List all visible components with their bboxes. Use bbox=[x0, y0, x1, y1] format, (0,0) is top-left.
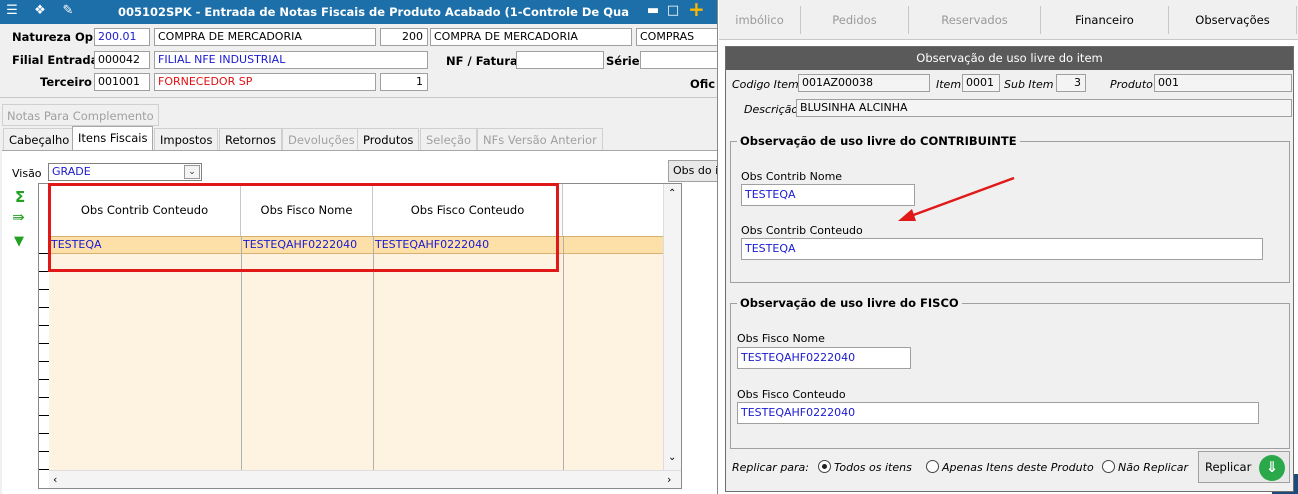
codigo-item-field: 001AZ00038 bbox=[798, 74, 930, 92]
fisco-group: Observação de uso livre do FISCO Obs Fis… bbox=[730, 296, 1290, 449]
notas-complemento-tab[interactable]: Notas Para Complemento bbox=[2, 104, 159, 126]
tab-simbolico[interactable]: imbólico bbox=[719, 6, 801, 34]
natureza-num-field: 200 bbox=[380, 28, 428, 46]
descricao-label: Descrição bbox=[744, 103, 799, 116]
ofic-label: Ofic bbox=[690, 77, 716, 91]
highlight-box bbox=[48, 183, 559, 272]
tab-pedidos[interactable]: Pedidos bbox=[801, 6, 909, 34]
tab-financeiro[interactable]: Financeiro bbox=[1041, 6, 1169, 34]
terceiro-num-field: 1 bbox=[380, 73, 428, 91]
plus-icon[interactable]: + bbox=[688, 0, 705, 19]
tab-observacoes[interactable]: Observações bbox=[1169, 6, 1297, 34]
chevron-down-icon[interactable]: ⌄ bbox=[184, 165, 200, 179]
obs-fisco-nome-label: Obs Fisco Nome bbox=[737, 332, 825, 345]
item-label: Item bbox=[936, 78, 962, 91]
obs-contrib-conteudo-label: Obs Contrib Conteudo bbox=[741, 224, 863, 237]
serie-field[interactable] bbox=[640, 51, 717, 69]
filial-desc-field: FILIAL NFE INDUSTRIAL bbox=[154, 51, 428, 69]
replicar-button-label: Replicar bbox=[1205, 460, 1252, 474]
natureza-desc2-field: COMPRA DE MERCADORIA bbox=[430, 28, 632, 46]
right-tabs-bar: imbólico Pedidos Reservados Financeiro O… bbox=[719, 0, 1298, 40]
tab-cabecalho[interactable]: Cabeçalho bbox=[3, 128, 76, 150]
option-apenas-itens-produto[interactable]: Apenas Itens deste Produto bbox=[942, 461, 1094, 474]
maximize-icon[interactable]: □ bbox=[665, 3, 681, 19]
tab-devolucoes[interactable]: Devoluções bbox=[282, 128, 361, 150]
obs-item-button[interactable]: Obs do i bbox=[668, 160, 717, 182]
natureza-label: Natureza Op. bbox=[12, 30, 98, 44]
sub-item-label: Sub Item bbox=[1004, 78, 1054, 91]
minimize-icon[interactable]: ▬ bbox=[645, 3, 661, 19]
export-icon[interactable]: ⇛ bbox=[12, 208, 25, 226]
contrib-group-label: Observação de uso livre do CONTRIBUINTE bbox=[737, 134, 1020, 148]
sum-icon[interactable]: Σ bbox=[15, 188, 25, 206]
tree-icon[interactable]: ❖ bbox=[32, 3, 48, 19]
radio-apenas-itens-produto[interactable] bbox=[926, 460, 939, 473]
fisco-group-label: Observação de uso livre do FISCO bbox=[737, 296, 962, 310]
visao-label: Visão bbox=[12, 167, 42, 180]
tab-itens-fiscais[interactable]: Itens Fiscais bbox=[72, 126, 154, 150]
arrow-down-icon[interactable]: ▼ bbox=[14, 234, 24, 249]
tab-selecao[interactable]: Seleção bbox=[420, 128, 478, 150]
produto-field: 001 bbox=[1154, 74, 1292, 92]
dialog-title: Observação de uso livre do item bbox=[726, 47, 1293, 70]
option-todos-itens[interactable]: Todos os itens bbox=[834, 461, 912, 474]
obs-fisco-nome-field[interactable]: TESTEQAHF0222040 bbox=[737, 347, 911, 369]
obs-contrib-nome-field[interactable]: TESTEQA bbox=[741, 184, 915, 206]
nf-fatura-field[interactable] bbox=[516, 51, 604, 69]
scroll-up-icon[interactable]: ⌃ bbox=[668, 188, 676, 199]
natureza-type-field: COMPRAS bbox=[636, 28, 717, 46]
descricao-field: BLUSINHA ALCINHA bbox=[796, 99, 1292, 117]
option-nao-replicar[interactable]: Não Replicar bbox=[1118, 461, 1188, 474]
visao-select[interactable]: GRADE ⌄ bbox=[48, 163, 202, 181]
window-title: 005102SPK - Entrada de Notas Fiscais de … bbox=[118, 5, 629, 19]
codigo-item-label: Codigo Item bbox=[732, 78, 799, 91]
obs-contrib-conteudo-field[interactable]: TESTEQA bbox=[741, 238, 1263, 260]
scroll-right-icon[interactable]: › bbox=[667, 473, 671, 486]
divider bbox=[0, 97, 717, 98]
tab-reservados[interactable]: Reservados bbox=[909, 6, 1041, 34]
serie-label: Série bbox=[606, 54, 640, 68]
tab-nfs-versao-anterior[interactable]: NFs Versão Anterior bbox=[477, 128, 603, 150]
filial-label: Filial Entrada bbox=[12, 53, 99, 67]
download-arrow-icon: ⇓ bbox=[1259, 455, 1285, 481]
observacao-dialog: Observação de uso livre do item Codigo I… bbox=[725, 46, 1294, 492]
annotation-arrow bbox=[898, 176, 1015, 221]
nota-fiscal-window: ☰ ❖ ✎ 005102SPK - Entrada de Notas Fisca… bbox=[0, 0, 718, 494]
radio-nao-replicar[interactable] bbox=[1102, 460, 1115, 473]
natureza-desc-field: COMPRA DE MERCADORIA bbox=[154, 28, 376, 46]
produto-label: Produto bbox=[1110, 78, 1153, 91]
sub-item-field: 3 bbox=[1056, 74, 1086, 92]
visao-value: GRADE bbox=[52, 165, 91, 178]
tab-retornos[interactable]: Retornos bbox=[219, 128, 282, 150]
menu-icon[interactable]: ☰ bbox=[4, 3, 20, 19]
tab-impostos[interactable]: Impostos bbox=[154, 128, 219, 150]
wrench-icon[interactable]: ✎ bbox=[60, 3, 76, 19]
replicar-label: Replicar para: bbox=[732, 461, 810, 474]
obs-fisco-conteudo-field[interactable]: TESTEQAHF0222040 bbox=[737, 402, 1259, 424]
radio-todos-itens[interactable] bbox=[818, 460, 831, 473]
nf-fatura-label: NF / Fatura bbox=[446, 54, 518, 68]
natureza-code-field[interactable]: 200.01 bbox=[94, 28, 150, 46]
horizontal-scrollbar[interactable]: ‹ › bbox=[49, 470, 681, 488]
obs-contrib-nome-label: Obs Contrib Nome bbox=[741, 170, 843, 183]
tab-produtos[interactable]: Produtos bbox=[357, 128, 420, 150]
replicar-button[interactable]: Replicar ⇓ bbox=[1198, 451, 1290, 483]
terceiro-label: Terceiro bbox=[40, 75, 92, 89]
item-field: 0001 bbox=[962, 74, 1000, 92]
terceiro-code-field[interactable]: 001001 bbox=[94, 73, 150, 91]
filial-code-field[interactable]: 000042 bbox=[94, 51, 150, 69]
title-bar: ☰ ❖ ✎ 005102SPK - Entrada de Notas Fisca… bbox=[0, 0, 717, 24]
scroll-left-icon[interactable]: ‹ bbox=[53, 473, 57, 486]
vertical-scrollbar[interactable]: ⌃ ⌄ bbox=[663, 184, 681, 470]
terceiro-desc-field: FORNECEDOR SP bbox=[154, 73, 376, 91]
scroll-down-icon[interactable]: ⌄ bbox=[668, 452, 676, 463]
obs-fisco-conteudo-label: Obs Fisco Conteudo bbox=[737, 388, 846, 401]
